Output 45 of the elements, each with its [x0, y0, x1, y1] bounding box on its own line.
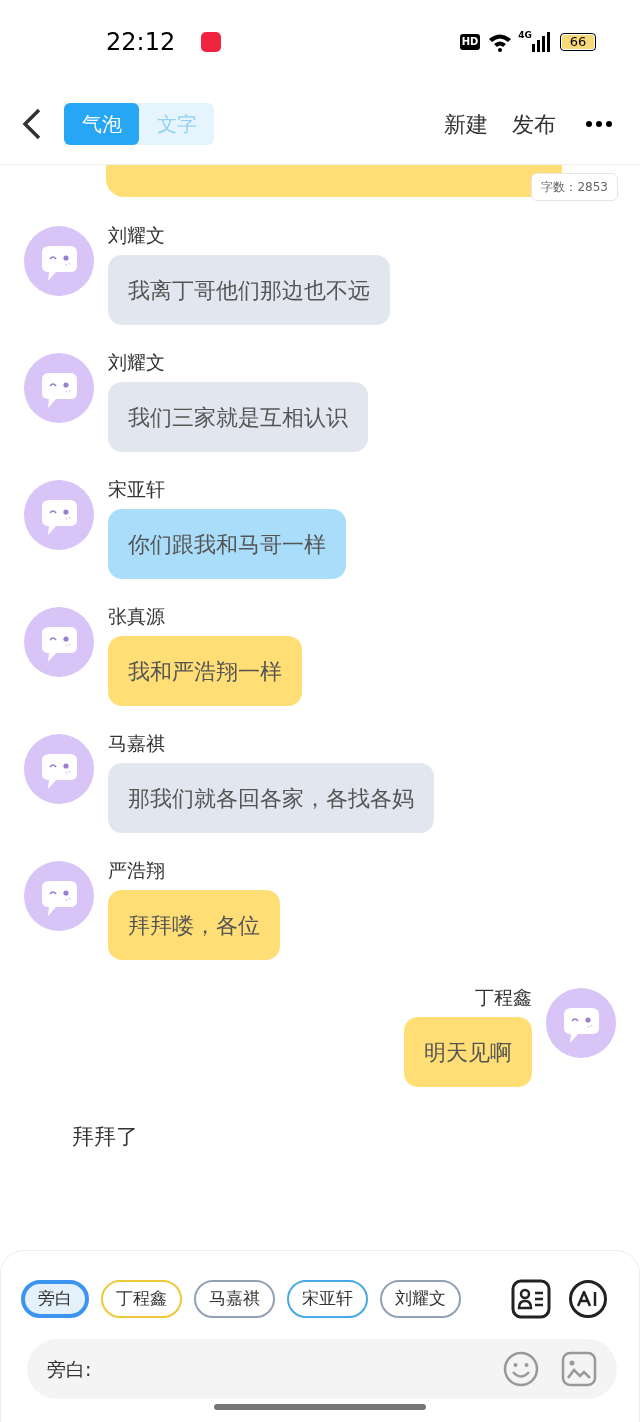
narration-text: 拜拜了	[71, 1123, 139, 1151]
role-chip[interactable]: 宋亚轩	[287, 1280, 368, 1318]
sender-name: 丁程鑫	[475, 985, 532, 1009]
signal-icon	[532, 32, 550, 52]
avatar-icon	[24, 861, 94, 931]
sender-name: 张真源	[108, 604, 165, 628]
app-icon	[201, 32, 222, 52]
sender-name: 宋亚轩	[108, 477, 165, 501]
avatar-icon	[24, 353, 94, 423]
avatar-icon	[24, 226, 94, 296]
word-count: 字数：2853	[531, 173, 618, 201]
message-bubble: 拜拜喽，各位	[108, 890, 280, 960]
message-bubble: 我离丁哥他们那边也不远	[108, 255, 390, 325]
message-bubble: 你们跟我和马哥一样	[108, 509, 346, 579]
role-chip[interactable]: 旁白	[21, 1280, 89, 1318]
role-chip[interactable]: 刘耀文	[380, 1280, 461, 1318]
more-icon[interactable]	[586, 121, 612, 127]
status-time: 22:12	[106, 27, 176, 58]
contact-card-icon[interactable]	[511, 1279, 551, 1319]
network-label: 4G	[518, 30, 532, 40]
message-bubble: 那我们就各回各家，各找各妈	[108, 763, 434, 833]
message-bubble: 我和严浩翔一样	[108, 636, 302, 706]
header-action[interactable]: 新建	[444, 107, 488, 141]
header-action[interactable]: 发布	[512, 107, 556, 141]
role-chip[interactable]: 丁程鑫	[101, 1280, 182, 1318]
avatar-icon	[24, 607, 94, 677]
sender-name: 刘耀文	[108, 350, 165, 374]
message-bubble: 我们三家就是互相认识	[108, 382, 368, 452]
battery-indicator: 66	[560, 33, 596, 51]
ai-icon	[577, 1292, 599, 1306]
ai-button[interactable]	[569, 1280, 607, 1318]
sender-name: 严浩翔	[108, 858, 165, 882]
hd-badge: HD	[459, 34, 481, 50]
avatar-icon	[24, 734, 94, 804]
message-input[interactable]: 旁白:	[47, 1354, 503, 1384]
role-chip[interactable]: 马嘉祺	[194, 1280, 275, 1318]
message-bubble: 明天见啊	[404, 1017, 532, 1087]
sender-name: 马嘉祺	[108, 731, 165, 755]
avatar-icon	[24, 480, 94, 550]
input-bar[interactable]: 旁白:	[27, 1339, 617, 1399]
avatar-icon	[546, 988, 616, 1058]
back-icon[interactable]	[22, 108, 42, 140]
sender-name: 刘耀文	[108, 223, 165, 247]
image-icon[interactable]	[561, 1351, 597, 1387]
emoji-icon[interactable]	[503, 1351, 539, 1387]
